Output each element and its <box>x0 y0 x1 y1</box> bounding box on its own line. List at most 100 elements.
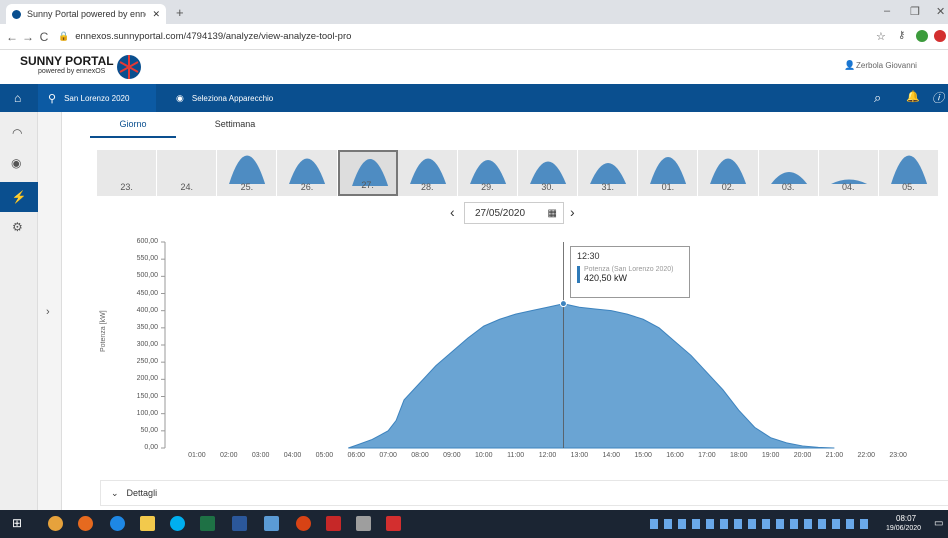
explorer-icon[interactable] <box>140 516 155 531</box>
notification-icon[interactable]: 🔔 <box>906 90 920 103</box>
calculator-icon[interactable] <box>356 516 371 531</box>
day-thumbnail[interactable]: 31. <box>578 150 639 196</box>
day-thumbnail[interactable]: 23. <box>97 150 158 196</box>
power-chart[interactable]: Potenza [kW] 0,00 50,00 100,00 150,00 200,00… <box>62 232 948 472</box>
day-label: 25. <box>240 182 254 192</box>
maximize-icon[interactable]: ❐ <box>910 5 920 18</box>
monitoring-eye-icon[interactable]: ◉ <box>11 156 21 170</box>
day-thumbnail[interactable]: 05. <box>879 150 939 196</box>
day-label: 03. <box>781 182 795 192</box>
power-area-series <box>348 303 835 449</box>
day-thumbnail-graph <box>590 163 627 184</box>
next-day-icon[interactable]: › <box>570 204 575 220</box>
user-name[interactable]: Zerbola Giovanni <box>856 61 917 70</box>
day-thumbnail[interactable]: 01. <box>638 150 699 196</box>
day-thumbnail-graph <box>409 158 446 184</box>
day-label: 02. <box>721 182 735 192</box>
day-label: 28. <box>421 182 434 192</box>
settings-gear-icon[interactable]: ⚙ <box>12 220 23 234</box>
minimize-icon[interactable]: – <box>884 5 890 17</box>
word-icon[interactable] <box>232 516 247 531</box>
device-label: Seleziona Apparecchio <box>191 93 274 103</box>
device-selector[interactable]: ◉ Seleziona Apparecchio <box>166 84 276 112</box>
analysis-nav-item[interactable]: ⚡ <box>0 182 38 212</box>
logo[interactable]: SUNNY PORTAL powered by ennexOS <box>20 54 150 82</box>
dashboard-icon[interactable]: ◠ <box>12 126 22 140</box>
day-thumbnail[interactable]: 02. <box>698 150 759 196</box>
day-thumbnail[interactable]: 27. <box>337 150 398 196</box>
home-icon[interactable]: ⌂ <box>14 91 21 105</box>
close-tab-icon[interactable]: ✕ <box>152 9 160 20</box>
search-icon[interactable]: ⌕ <box>874 90 881 106</box>
tab-week[interactable]: Settimana <box>192 112 278 138</box>
new-tab-icon[interactable]: + <box>176 5 184 20</box>
day-thumbnail[interactable]: 03. <box>759 150 819 196</box>
location-pin-icon: ⚲ <box>48 92 57 105</box>
day-label: 30. <box>541 182 554 192</box>
tab-title: Sunny Portal powered by ennexO <box>27 9 146 19</box>
tooltip-time: 12:30 <box>577 251 600 261</box>
chevron-right-icon[interactable]: › <box>46 306 50 318</box>
taskbar-date: 19/06/2020 <box>886 525 922 532</box>
pulse-icon: ⚡ <box>11 190 27 204</box>
user-icon: 👤 <box>844 60 856 70</box>
edge-icon[interactable] <box>110 516 125 531</box>
day-thumbnail-graph <box>890 155 927 184</box>
reload-icon[interactable]: C <box>36 30 52 44</box>
info-icon[interactable]: ⓘ <box>932 89 944 106</box>
firefox-icon[interactable] <box>78 516 93 531</box>
profile-icon[interactable] <box>916 30 928 42</box>
key-icon[interactable]: ⚷ <box>898 30 905 41</box>
day-label: 04. <box>842 182 855 192</box>
day-label: 23. <box>120 182 133 192</box>
day-thumbnail[interactable]: 29. <box>458 150 518 196</box>
tooltip-value: 420,50 kW <box>584 273 628 283</box>
star-icon[interactable]: ☆ <box>876 30 886 43</box>
prev-day-icon[interactable]: ‹ <box>450 204 455 220</box>
pdf-icon[interactable] <box>386 516 401 531</box>
details-panel[interactable]: ⌄ Dettagli <box>100 480 948 506</box>
day-thumbnail[interactable]: 04. <box>819 150 879 196</box>
forward-icon[interactable]: → <box>20 30 36 44</box>
windows-taskbar: ⊞ 08:07 19/06/2020 ▭ <box>0 510 948 538</box>
chevron-down-icon: ⌄ <box>111 487 119 498</box>
day-thumbnail[interactable]: 28. <box>398 150 458 196</box>
sidebar-expander[interactable]: › <box>38 112 62 512</box>
system-tray-icons[interactable] <box>650 519 870 529</box>
day-thumbnail[interactable]: 26. <box>277 150 338 196</box>
device-icon: ◉ <box>176 92 184 103</box>
day-label: 05. <box>902 182 915 192</box>
back-icon[interactable]: ← <box>4 30 20 44</box>
day-label: 27. <box>361 180 374 190</box>
tab-day[interactable]: Giorno <box>90 112 176 138</box>
day-thumbnail[interactable]: 25. <box>217 150 278 196</box>
chrome-icon[interactable] <box>48 516 63 531</box>
taskbar-time: 08:07 <box>896 514 917 523</box>
plant-breadcrumb[interactable]: ⚲ San Lorenzo 2020 <box>38 84 156 112</box>
extension-icon[interactable] <box>934 30 946 42</box>
day-label: 26. <box>300 182 314 192</box>
font-app-icon[interactable] <box>326 516 341 531</box>
excel-icon[interactable] <box>200 516 215 531</box>
media-icon[interactable] <box>296 516 311 531</box>
close-window-icon[interactable]: ✕ <box>936 5 945 18</box>
day-thumbnail[interactable]: 30. <box>518 150 579 196</box>
url-field[interactable]: ennexos.sunnyportal.com/4794139/analyze/… <box>75 31 351 42</box>
network-app-icon[interactable] <box>264 516 279 531</box>
day-thumbnail[interactable]: 24. <box>157 150 218 196</box>
day-thumbnail-graph <box>289 158 326 184</box>
chart-plot <box>161 241 835 449</box>
windows-start-icon[interactable]: ⊞ <box>12 516 22 530</box>
day-label: 01. <box>661 182 675 192</box>
lock-icon: 🔒 <box>58 31 70 41</box>
notification-center-icon[interactable]: ▭ <box>934 518 943 529</box>
date-input[interactable]: 27/05/2020 ▦ <box>464 202 564 224</box>
tab-week-label: Settimana <box>214 119 256 129</box>
sidebar: ◠ ◉ ⚡ ⚙ <box>0 112 38 512</box>
tab-day-label: Giorno <box>119 119 147 129</box>
skype-icon[interactable] <box>170 516 185 531</box>
browser-tab[interactable]: Sunny Portal powered by ennexO ✕ <box>6 4 166 24</box>
calendar-icon[interactable]: ▦ <box>548 208 557 219</box>
main-content: Giorno Settimana 23. 24. 25. 26. 27. 28. 29. 30… <box>62 112 948 512</box>
tooltip-series: Potenza (San Lorenzo 2020) <box>584 266 674 273</box>
